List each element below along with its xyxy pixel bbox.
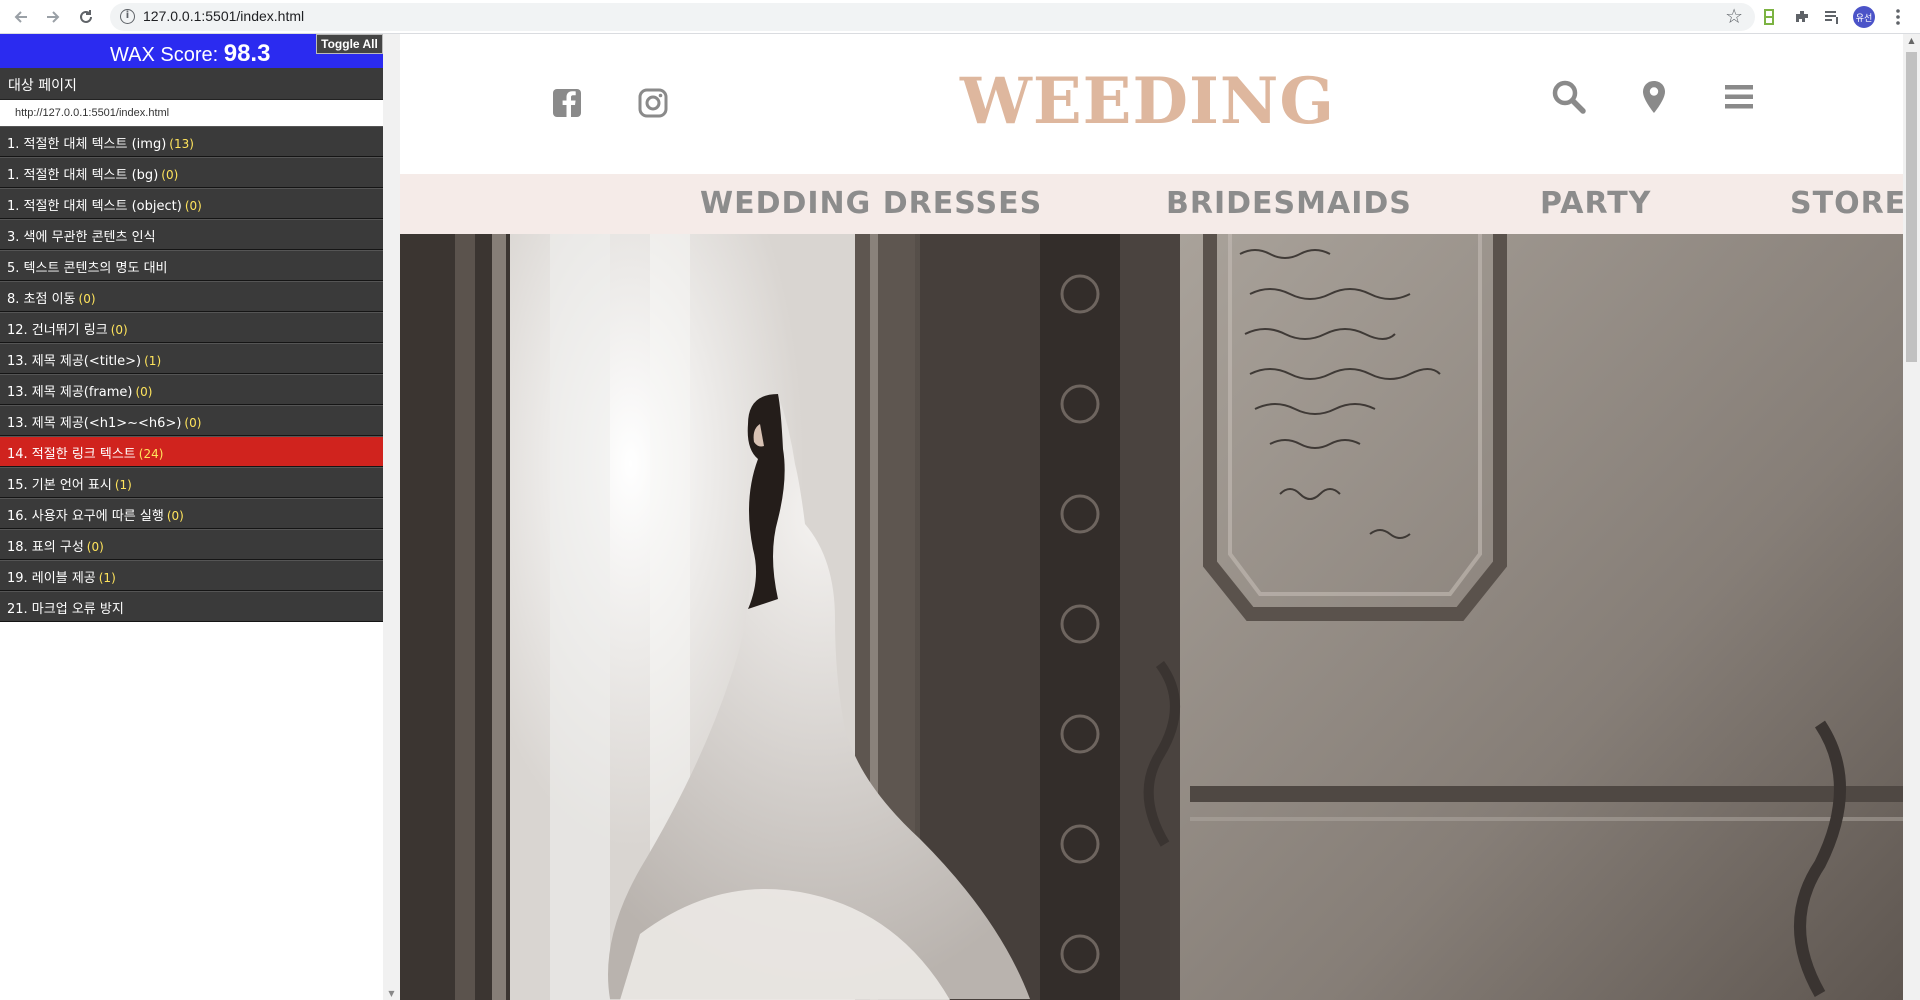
profile-avatar[interactable]: 유선 (1852, 5, 1876, 29)
hamburger-menu-icon[interactable] (1720, 78, 1758, 116)
wax-score-label: WAX Score: (110, 44, 224, 66)
wax-check-item[interactable]: 14. 적절한 링크 텍스트 (24) (0, 436, 383, 467)
nav-item-wedding-dresses[interactable]: WEDDING DRESSES (700, 186, 1042, 221)
wax-check-label: 1. 적절한 대체 텍스트 (img) (7, 137, 167, 152)
avatar: 유선 (1853, 6, 1875, 28)
wax-check-item[interactable]: 13. 제목 제공(<title>) (1) (0, 343, 383, 374)
arrow-right-icon (47, 11, 60, 23)
wax-check-label: 5. 텍스트 콘텐츠의 명도 대비 (7, 261, 168, 276)
browser-menu-button[interactable] (1886, 5, 1910, 29)
page-scroll-thumb[interactable] (1906, 52, 1917, 362)
url-text[interactable]: 127.0.0.1:5501/index.html (143, 8, 304, 24)
wax-check-item[interactable]: 18. 표의 구성 (0) (0, 529, 383, 560)
wax-score-value: 98.3 (223, 40, 271, 67)
wax-check-item[interactable]: 19. 레이블 제공 (1) (0, 560, 383, 591)
reload-icon (80, 10, 92, 23)
facebook-icon[interactable] (550, 86, 584, 120)
wax-panel: WAX Score: 98.3 Toggle All 대상 페이지 http:/… (0, 34, 383, 1000)
hero-image (400, 234, 1903, 1000)
hero-bride-photo (400, 234, 1903, 1000)
forward-button[interactable] (40, 4, 66, 30)
target-page-url: http://127.0.0.1:5501/index.html (0, 100, 383, 126)
wax-check-item[interactable]: 1. 적절한 대체 텍스트 (img) (13) (0, 126, 383, 157)
back-button[interactable] (8, 4, 34, 30)
wax-check-item[interactable]: 3. 색에 무관한 콘텐츠 인식 (0, 219, 383, 250)
scroll-down-arrow-icon[interactable]: ▼ (383, 989, 400, 998)
wax-check-item[interactable]: 21. 마크업 오류 방지 (0, 591, 383, 622)
toggle-all-button[interactable]: Toggle All (316, 34, 383, 54)
wax-check-label: 13. 제목 제공(frame) (7, 385, 133, 400)
wax-check-item[interactable]: 1. 적절한 대체 텍스트 (bg) (0) (0, 157, 383, 188)
website-viewport: WEEDING WEDDING DRESSES BRIDESMAIDS PART… (400, 34, 1903, 1000)
scroll-up-arrow-icon[interactable]: ▲ (1903, 36, 1920, 45)
wax-check-label: 16. 사용자 요구에 따른 실행 (7, 509, 164, 524)
wax-check-label: 1. 적절한 대체 텍스트 (bg) (7, 168, 159, 183)
wax-check-label: 8. 초점 이동 (7, 292, 76, 307)
wax-check-label: 1. 적절한 대체 텍스트 (object) (7, 199, 182, 214)
wax-check-label: 15. 기본 언어 표시 (7, 478, 112, 493)
map-pin-icon[interactable] (1635, 78, 1673, 116)
main-navigation: WEDDING DRESSES BRIDESMAIDS PARTY STORE (400, 174, 1903, 234)
wax-check-label: 13. 제목 제공(<title>) (7, 354, 142, 369)
browser-toolbar: i 127.0.0.1:5501/index.html ☆ 유선 (0, 0, 1920, 34)
search-icon[interactable] (1550, 78, 1588, 116)
arrow-left-icon (14, 11, 27, 23)
page-scrollbar[interactable]: ▲ (1903, 34, 1920, 1000)
extension-highlighter-icon[interactable] (1757, 5, 1781, 29)
wax-check-count: (0) (166, 509, 184, 523)
wax-check-item[interactable]: 8. 초점 이동 (0) (0, 281, 383, 312)
site-logo[interactable]: WEEDING (960, 64, 1335, 139)
nav-item-store[interactable]: STORE (1790, 186, 1903, 221)
wax-check-count: (0) (184, 199, 202, 213)
info-icon[interactable]: i (120, 9, 135, 24)
site-header: WEEDING (400, 34, 1903, 174)
nav-item-party[interactable]: PARTY (1540, 186, 1651, 221)
wax-check-item[interactable]: 12. 건너뛰기 링크 (0) (0, 312, 383, 343)
wax-check-label: 21. 마크업 오류 방지 (7, 602, 124, 617)
wax-check-item[interactable]: 5. 텍스트 콘텐츠의 명도 대비 (0, 250, 383, 281)
wax-check-count: (0) (110, 323, 128, 337)
extensions-puzzle-icon[interactable] (1790, 5, 1814, 29)
panel-scrollbar[interactable]: ▼ (383, 34, 400, 1000)
wax-score-header: WAX Score: 98.3 Toggle All (0, 34, 383, 68)
wax-check-count: (1) (144, 354, 162, 368)
wax-check-item[interactable]: 15. 기본 언어 표시 (1) (0, 467, 383, 498)
wax-check-item[interactable]: 1. 적절한 대체 텍스트 (object) (0) (0, 188, 383, 219)
more-vertical-icon (1896, 9, 1900, 25)
wax-check-count: (24) (138, 447, 164, 461)
address-bar[interactable]: i 127.0.0.1:5501/index.html ☆ (110, 3, 1755, 31)
bookmark-star-icon[interactable]: ☆ (1725, 4, 1743, 28)
wax-check-count: (1) (98, 571, 116, 585)
wax-check-list: 1. 적절한 대체 텍스트 (img) (13) 1. 적절한 대체 텍스트 (bg… (0, 126, 383, 622)
wax-check-label: 19. 레이블 제공 (7, 571, 96, 586)
wax-check-count: (0) (161, 168, 179, 182)
wax-check-count: (0) (135, 385, 153, 399)
target-page-title: 대상 페이지 (0, 68, 383, 100)
wax-check-count: (0) (78, 292, 96, 306)
wax-check-label: 13. 제목 제공(<h1>~<h6>) (7, 416, 182, 431)
nav-item-bridesmaids[interactable]: BRIDESMAIDS (1166, 186, 1412, 221)
wax-check-label: 3. 색에 무관한 콘텐츠 인식 (7, 230, 156, 245)
wax-check-count: (1) (114, 478, 132, 492)
wax-check-item[interactable]: 16. 사용자 요구에 따른 실행 (0) (0, 498, 383, 529)
wax-check-count: (0) (86, 540, 104, 554)
wax-check-count: (0) (184, 416, 202, 430)
wax-check-label: 12. 건너뛰기 링크 (7, 323, 108, 338)
instagram-icon[interactable] (636, 86, 670, 120)
wax-check-item[interactable]: 13. 제목 제공(<h1>~<h6>) (0) (0, 405, 383, 436)
wax-check-label: 14. 적절한 링크 텍스트 (7, 447, 136, 462)
reading-list-icon[interactable] (1820, 5, 1844, 29)
wax-check-item[interactable]: 13. 제목 제공(frame) (0) (0, 374, 383, 405)
wax-score: WAX Score: 98.3 (110, 40, 270, 68)
reload-button[interactable] (73, 4, 99, 30)
wax-check-label: 18. 표의 구성 (7, 540, 84, 555)
wax-check-count: (13) (169, 137, 194, 151)
